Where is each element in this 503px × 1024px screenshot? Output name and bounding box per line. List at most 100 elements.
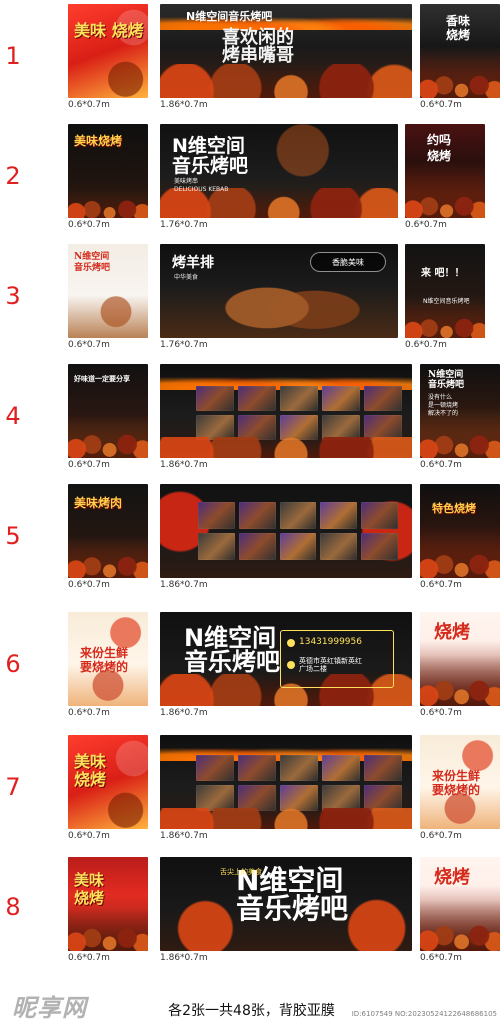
thumbnail — [320, 502, 358, 529]
left-poster: 美味烧烤 — [68, 124, 148, 218]
banner-subtitle: 中华美食 — [174, 274, 199, 281]
banner-title: 烤羊排 — [172, 255, 214, 271]
thumbnail — [198, 502, 235, 529]
thumbnail — [322, 785, 360, 811]
thumbnail — [320, 533, 358, 560]
food-band — [405, 305, 485, 338]
right-poster: 特色烧烤 — [420, 484, 500, 578]
size-label: 0.6*0.7m — [420, 953, 462, 963]
address-text: 英德市英红镇新英红 广场二楼 — [299, 657, 362, 673]
row-2: 2 美味烧烤 0.6*0.7m N维空间 音乐烤吧 美味烤串 DELICIOUS… — [0, 124, 503, 244]
thumbnail — [279, 533, 317, 560]
left-poster: 来份生鲜 要烧烤的 — [68, 612, 148, 706]
thumbnail — [364, 415, 402, 440]
right-poster: 来份生鲜 要烧烤的 — [420, 735, 500, 829]
thumbnail — [196, 755, 234, 781]
food-band — [68, 412, 148, 458]
banner-title: N维空间 音乐烤吧 — [172, 135, 249, 177]
food-band — [160, 437, 412, 458]
thumbnail — [322, 755, 360, 781]
center-banner — [160, 364, 412, 458]
size-label: 1.86*0.7m — [160, 100, 208, 110]
poster-subtitle: 没有什么 是一顿烧烤 解决不了的 — [428, 394, 459, 417]
thumbnail — [196, 415, 234, 440]
thumbnail — [280, 415, 318, 440]
poster-title: 约吗 烧烤 — [427, 133, 452, 163]
size-label: 1.86*0.7m — [160, 953, 208, 963]
left-poster: 好味道一定要分享 — [68, 364, 148, 458]
thumbnail — [238, 502, 276, 529]
food-band — [420, 55, 500, 98]
food-band — [420, 900, 500, 951]
center-banner — [160, 484, 412, 578]
banner-subtitle: 美味烤串 DELICIOUS KEBAB — [174, 178, 229, 193]
size-label: 0.6*0.7m — [420, 831, 462, 841]
poster-title: 好味道一定要分享 — [74, 374, 130, 383]
left-poster: N维空间 音乐烤吧 — [68, 244, 148, 338]
food-band — [68, 538, 148, 578]
food-band — [420, 655, 500, 706]
thumbnail-grid — [196, 755, 402, 811]
right-poster: 烧烤 — [420, 612, 500, 706]
thumbnail-grid — [196, 386, 402, 440]
thumbnail — [364, 785, 402, 811]
size-label: 0.6*0.7m — [420, 580, 462, 590]
poster-title: 美味烧烤 — [74, 134, 123, 148]
row-number: 7 — [5, 773, 21, 801]
size-label: 0.6*0.7m — [68, 100, 110, 110]
poster-title: 来份生鲜 要烧烤的 — [432, 769, 481, 797]
thumbnail — [280, 785, 318, 811]
food-band — [420, 532, 500, 578]
food-band — [68, 189, 148, 218]
size-label: 0.6*0.7m — [68, 460, 110, 470]
watermark-id: ID:6107549 NO:20230524122648686105 — [351, 1010, 497, 1018]
poster-title: 特色烧烤 — [432, 502, 476, 515]
thumbnail-grid — [198, 502, 398, 560]
left-poster: 美味 烧烤 — [68, 735, 148, 829]
row-number: 6 — [5, 650, 21, 678]
size-label: 1.76*0.7m — [160, 340, 208, 350]
thumbnail — [238, 533, 276, 560]
row-4: 4 好味道一定要分享 0.6*0.7m 1.86*0.7m N维空间 音乐烤吧 … — [0, 364, 503, 484]
right-poster: 约吗 烧烤 — [405, 124, 485, 218]
size-label: 1.86*0.7m — [160, 708, 208, 718]
thumbnail — [238, 386, 276, 411]
poster-overlay — [68, 4, 148, 98]
size-label: 0.6*0.7m — [68, 831, 110, 841]
size-label: 0.6*0.7m — [420, 460, 462, 470]
food-band — [420, 414, 500, 458]
poster-title: 美味 烧烤 — [74, 871, 105, 907]
food-band — [405, 178, 485, 218]
banner-title: N维空间音乐烤吧 — [186, 10, 273, 23]
thumbnail — [364, 386, 402, 411]
size-label: 0.6*0.7m — [68, 340, 110, 350]
left-poster: 美味烤肉 — [68, 484, 148, 578]
thumbnail — [279, 502, 317, 529]
poster-title: N维空间 音乐烤吧 — [74, 252, 111, 273]
thumbnail — [364, 755, 402, 781]
poster-title: 烧烤 — [434, 867, 470, 888]
poster-title: N维空间 音乐烤吧 — [428, 370, 465, 390]
row-3: 3 N维空间 音乐烤吧 0.6*0.7m 烤羊排 中华美食 香脆美味 1.76*… — [0, 244, 503, 364]
row-number: 3 — [5, 282, 21, 310]
feature-pill: 香脆美味 — [310, 252, 386, 272]
food-band — [160, 64, 412, 98]
food-band — [68, 907, 148, 951]
row-number: 1 — [5, 42, 21, 70]
location-icon — [287, 661, 295, 669]
poster-title: 烧烤 — [434, 622, 470, 643]
size-label: 0.6*0.7m — [420, 708, 462, 718]
contact-box: 13431999956 英德市英红镇新英红 广场二楼 — [280, 630, 394, 688]
center-banner: N维空间音乐烤吧 喜欢闲的 烤串嘴哥 — [160, 4, 412, 98]
size-label: 1.86*0.7m — [160, 460, 208, 470]
size-label: 1.86*0.7m — [160, 580, 208, 590]
phone-number: 13431999956 — [299, 637, 362, 647]
thumbnail — [280, 386, 318, 411]
poster-title: 香味 烧烤 — [446, 14, 471, 42]
right-poster: 烧烤 — [420, 857, 500, 951]
row-number: 4 — [5, 402, 21, 430]
right-poster: 来 吧！！ N维空间音乐烤吧 — [405, 244, 485, 338]
size-label: 0.6*0.7m — [68, 708, 110, 718]
thumbnail — [322, 386, 360, 411]
size-label: 0.6*0.7m — [68, 953, 110, 963]
